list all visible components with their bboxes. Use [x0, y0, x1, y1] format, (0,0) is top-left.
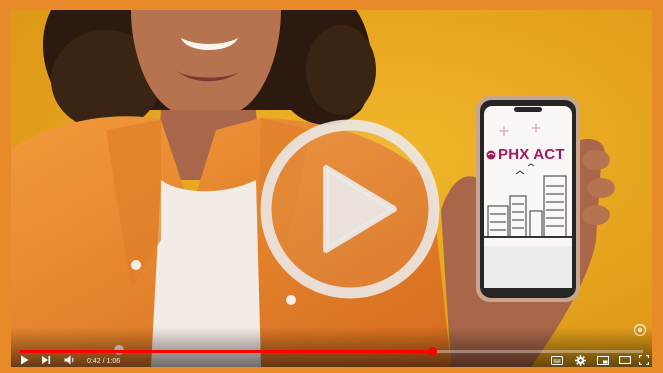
time-display: 0:42 / 1:06: [87, 358, 120, 365]
volume-icon: [64, 355, 74, 365]
progress-played: [20, 350, 433, 353]
time-current: 0:42: [87, 358, 101, 365]
next-icon: [42, 356, 51, 364]
video-player[interactable]: PHX ACT 0:42 / 1:06: [11, 10, 652, 367]
next-button[interactable]: [40, 354, 52, 366]
progress-scrubber[interactable]: [427, 347, 437, 356]
phone-brand-text: PHX ACT: [498, 146, 565, 163]
time-total: 1:06: [106, 358, 121, 365]
phone-screen-illustration: [476, 96, 580, 302]
phone-brand-logo: PHX ACT: [486, 146, 565, 163]
miniplayer-icon: [597, 355, 609, 365]
settings-button[interactable]: [573, 354, 587, 366]
video-frame: PHX ACT 0:42 / 1:06: [0, 0, 663, 373]
volume-button[interactable]: [63, 354, 77, 366]
play-icon: [20, 355, 28, 365]
player-controls: 0:42 / 1:06: [11, 327, 652, 367]
play-overlay-button[interactable]: [259, 118, 441, 300]
brand-mark-icon: [486, 150, 496, 159]
fullscreen-icon: [639, 355, 649, 365]
play-circle-icon: [260, 119, 440, 299]
progress-bar[interactable]: [20, 347, 643, 356]
gear-icon: [574, 354, 586, 366]
theater-mode-icon: [619, 356, 631, 364]
play-button[interactable]: [18, 354, 30, 366]
fullscreen-button[interactable]: [638, 354, 650, 366]
theater-mode-button[interactable]: [618, 354, 632, 366]
phone-mockup: PHX ACT: [476, 96, 580, 302]
subtitles-icon: [551, 355, 563, 365]
miniplayer-button[interactable]: [596, 354, 610, 366]
subtitles-button[interactable]: [550, 354, 564, 366]
time-separator: /: [102, 358, 105, 365]
